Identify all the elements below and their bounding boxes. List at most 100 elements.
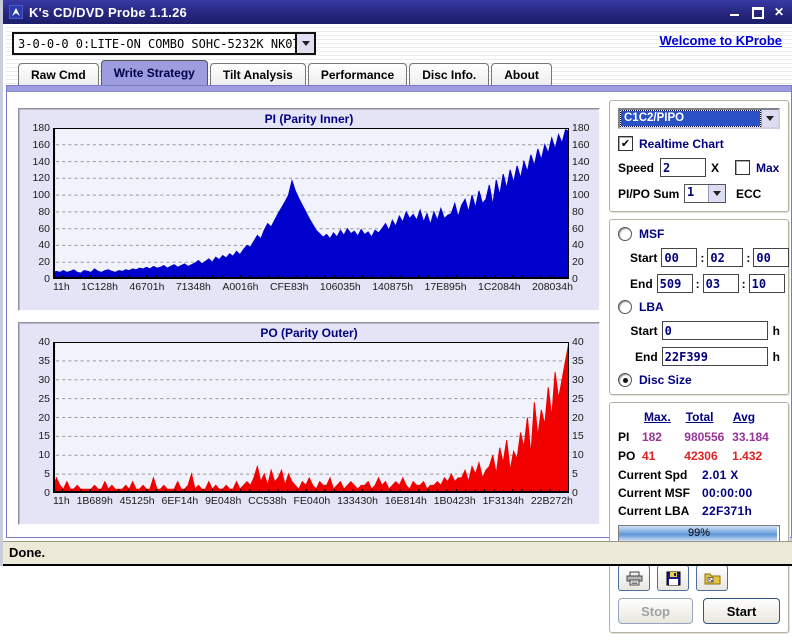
y-tick-label: 80 [572, 206, 584, 218]
tab-disc-info-[interactable]: Disc Info. [409, 63, 489, 85]
app-window: K's CD/DVD Probe 1.1.26 ✕ 3-0-0-0 0:LITE… [0, 0, 792, 566]
minimize-icon[interactable] [729, 6, 741, 18]
lba-end-input[interactable] [662, 347, 768, 366]
snapshot-button[interactable] [696, 565, 728, 591]
close-icon[interactable]: ✕ [773, 6, 785, 18]
window-title: K's CD/DVD Probe 1.1.26 [29, 5, 729, 20]
disc-size-radio[interactable] [618, 373, 632, 387]
msf-end-sec[interactable] [703, 274, 739, 293]
current-speed-row: Current Spd2.01 X [618, 468, 780, 482]
x-tick-label: 16E814h [385, 495, 427, 507]
y-tick-label: 40 [38, 336, 50, 348]
msf-end-frame[interactable] [749, 274, 785, 293]
progress-text: 99% [619, 526, 779, 541]
max-label: Max [756, 161, 779, 175]
y-tick-label: 120 [572, 172, 590, 184]
panel-accent-strip [7, 86, 791, 92]
x-tick-label: CC538h [248, 495, 287, 507]
msf-start-sec[interactable] [707, 248, 743, 267]
y-tick-label: 10 [572, 449, 584, 461]
stats-group: Max.TotalAvg PI 182 980556 33.184 PO 41 … [609, 402, 789, 550]
actions-group: Stop Start [609, 557, 789, 633]
print-button[interactable] [618, 565, 650, 591]
msf-end-min[interactable] [657, 274, 693, 293]
pipo-sum-select[interactable]: 1 [684, 184, 726, 203]
lba-radio[interactable] [618, 300, 632, 314]
msf-label: MSF [639, 227, 664, 241]
pi-chart: PI (Parity Inner) 1801601401201008060402… [18, 108, 600, 311]
pi-y-axis-right: 180160140120100806040200 [569, 128, 595, 279]
pi-y-axis-left: 180160140120100806040200 [23, 128, 53, 279]
colon-separator: : [696, 277, 700, 291]
x-tick-label: 133430h [337, 495, 378, 507]
y-tick-label: 15 [38, 430, 50, 442]
y-tick-label: 0 [44, 487, 50, 499]
pi-x-axis-labels: 11h1C128h46701h71348hA0016hCFE83h106035h… [23, 279, 573, 293]
lba-start-input[interactable] [662, 321, 768, 340]
y-tick-label: 20 [38, 412, 50, 424]
pipo-sum-value: 1 [685, 185, 708, 202]
po-y-axis-left: 4035302520151050 [23, 342, 53, 493]
y-tick-label: 20 [38, 256, 50, 268]
x-tick-label: 11h [53, 281, 70, 293]
msf-start-label: Start [630, 251, 657, 265]
maximize-icon[interactable] [751, 6, 763, 18]
tab-write-strategy[interactable]: Write Strategy [101, 60, 208, 85]
current-msf-row: Current MSF00:00:00 [618, 486, 780, 500]
realtime-chart-checkbox[interactable]: ✔ [618, 136, 633, 151]
x-tick-label: FE040h [293, 495, 330, 507]
chevron-down-icon[interactable] [761, 110, 778, 127]
pi-plot-area [53, 128, 569, 279]
msf-start-min[interactable] [661, 248, 697, 267]
x-tick-label: A0016h [222, 281, 258, 293]
tab-raw-cmd[interactable]: Raw Cmd [18, 63, 99, 85]
po-stats-row: PO 41 42306 1.432 [618, 449, 780, 463]
y-tick-label: 140 [572, 156, 590, 168]
y-tick-label: 160 [572, 139, 590, 151]
y-tick-label: 25 [572, 393, 584, 405]
y-tick-label: 10 [38, 449, 50, 461]
speed-label: Speed [618, 161, 660, 175]
po-x-axis-labels: 11h1B689h45125h6EF14h9E048hCC538hFE040h1… [23, 493, 573, 507]
current-lba-row: Current LBA22F371h [618, 504, 780, 518]
po-plot-area [53, 342, 569, 493]
welcome-link[interactable]: Welcome to KProbe [659, 33, 782, 48]
x-tick-label: 17E895h [425, 281, 467, 293]
msf-start-frame[interactable] [753, 248, 789, 267]
x-tick-label: 1C128h [81, 281, 118, 293]
chevron-down-icon[interactable] [295, 34, 314, 53]
status-bar: Done. [3, 541, 792, 566]
stop-button[interactable]: Stop [618, 598, 693, 624]
y-tick-label: 15 [572, 430, 584, 442]
device-select[interactable]: 3-0-0-0 0:LITE-ON COMBO SOHC-5232K NK07 [12, 32, 316, 55]
y-tick-label: 0 [572, 273, 578, 285]
y-tick-label: 40 [38, 239, 50, 251]
x-tick-label: 1B689h [77, 495, 113, 507]
start-button[interactable]: Start [703, 598, 780, 624]
y-tick-label: 40 [572, 239, 584, 251]
chart-options-group: C1C2/PIPO ✔ Realtime Chart Speed X Max P… [609, 100, 789, 212]
max-checkbox[interactable] [735, 160, 750, 175]
chevron-down-icon[interactable] [708, 185, 725, 202]
save-button[interactable] [657, 565, 689, 591]
tab-about[interactable]: About [491, 63, 552, 85]
tab-performance[interactable]: Performance [308, 63, 407, 85]
range-group: MSF Start : : End : : [609, 219, 789, 395]
y-tick-label: 0 [44, 273, 50, 285]
tab-tilt-analysis[interactable]: Tilt Analysis [210, 63, 306, 85]
speed-input[interactable] [660, 158, 706, 177]
colon-separator: : [746, 251, 750, 265]
pipo-sum-label: PI/PO Sum [618, 187, 684, 201]
y-tick-label: 80 [38, 206, 50, 218]
msf-radio[interactable] [618, 227, 632, 241]
stats-header: Max.TotalAvg [644, 410, 780, 424]
po-chart: PO (Parity Outer) 4035302520151050 40353… [18, 322, 600, 525]
y-tick-label: 0 [572, 487, 578, 499]
x-tick-label: 9E048h [205, 495, 241, 507]
mode-select[interactable]: C1C2/PIPO [618, 108, 780, 129]
colon-separator: : [700, 251, 704, 265]
ecc-label: ECC [736, 187, 761, 201]
y-tick-label: 180 [32, 122, 50, 134]
pi-chart-title: PI (Parity Inner) [23, 111, 595, 128]
x-tick-label: 1F3134h [483, 495, 524, 507]
